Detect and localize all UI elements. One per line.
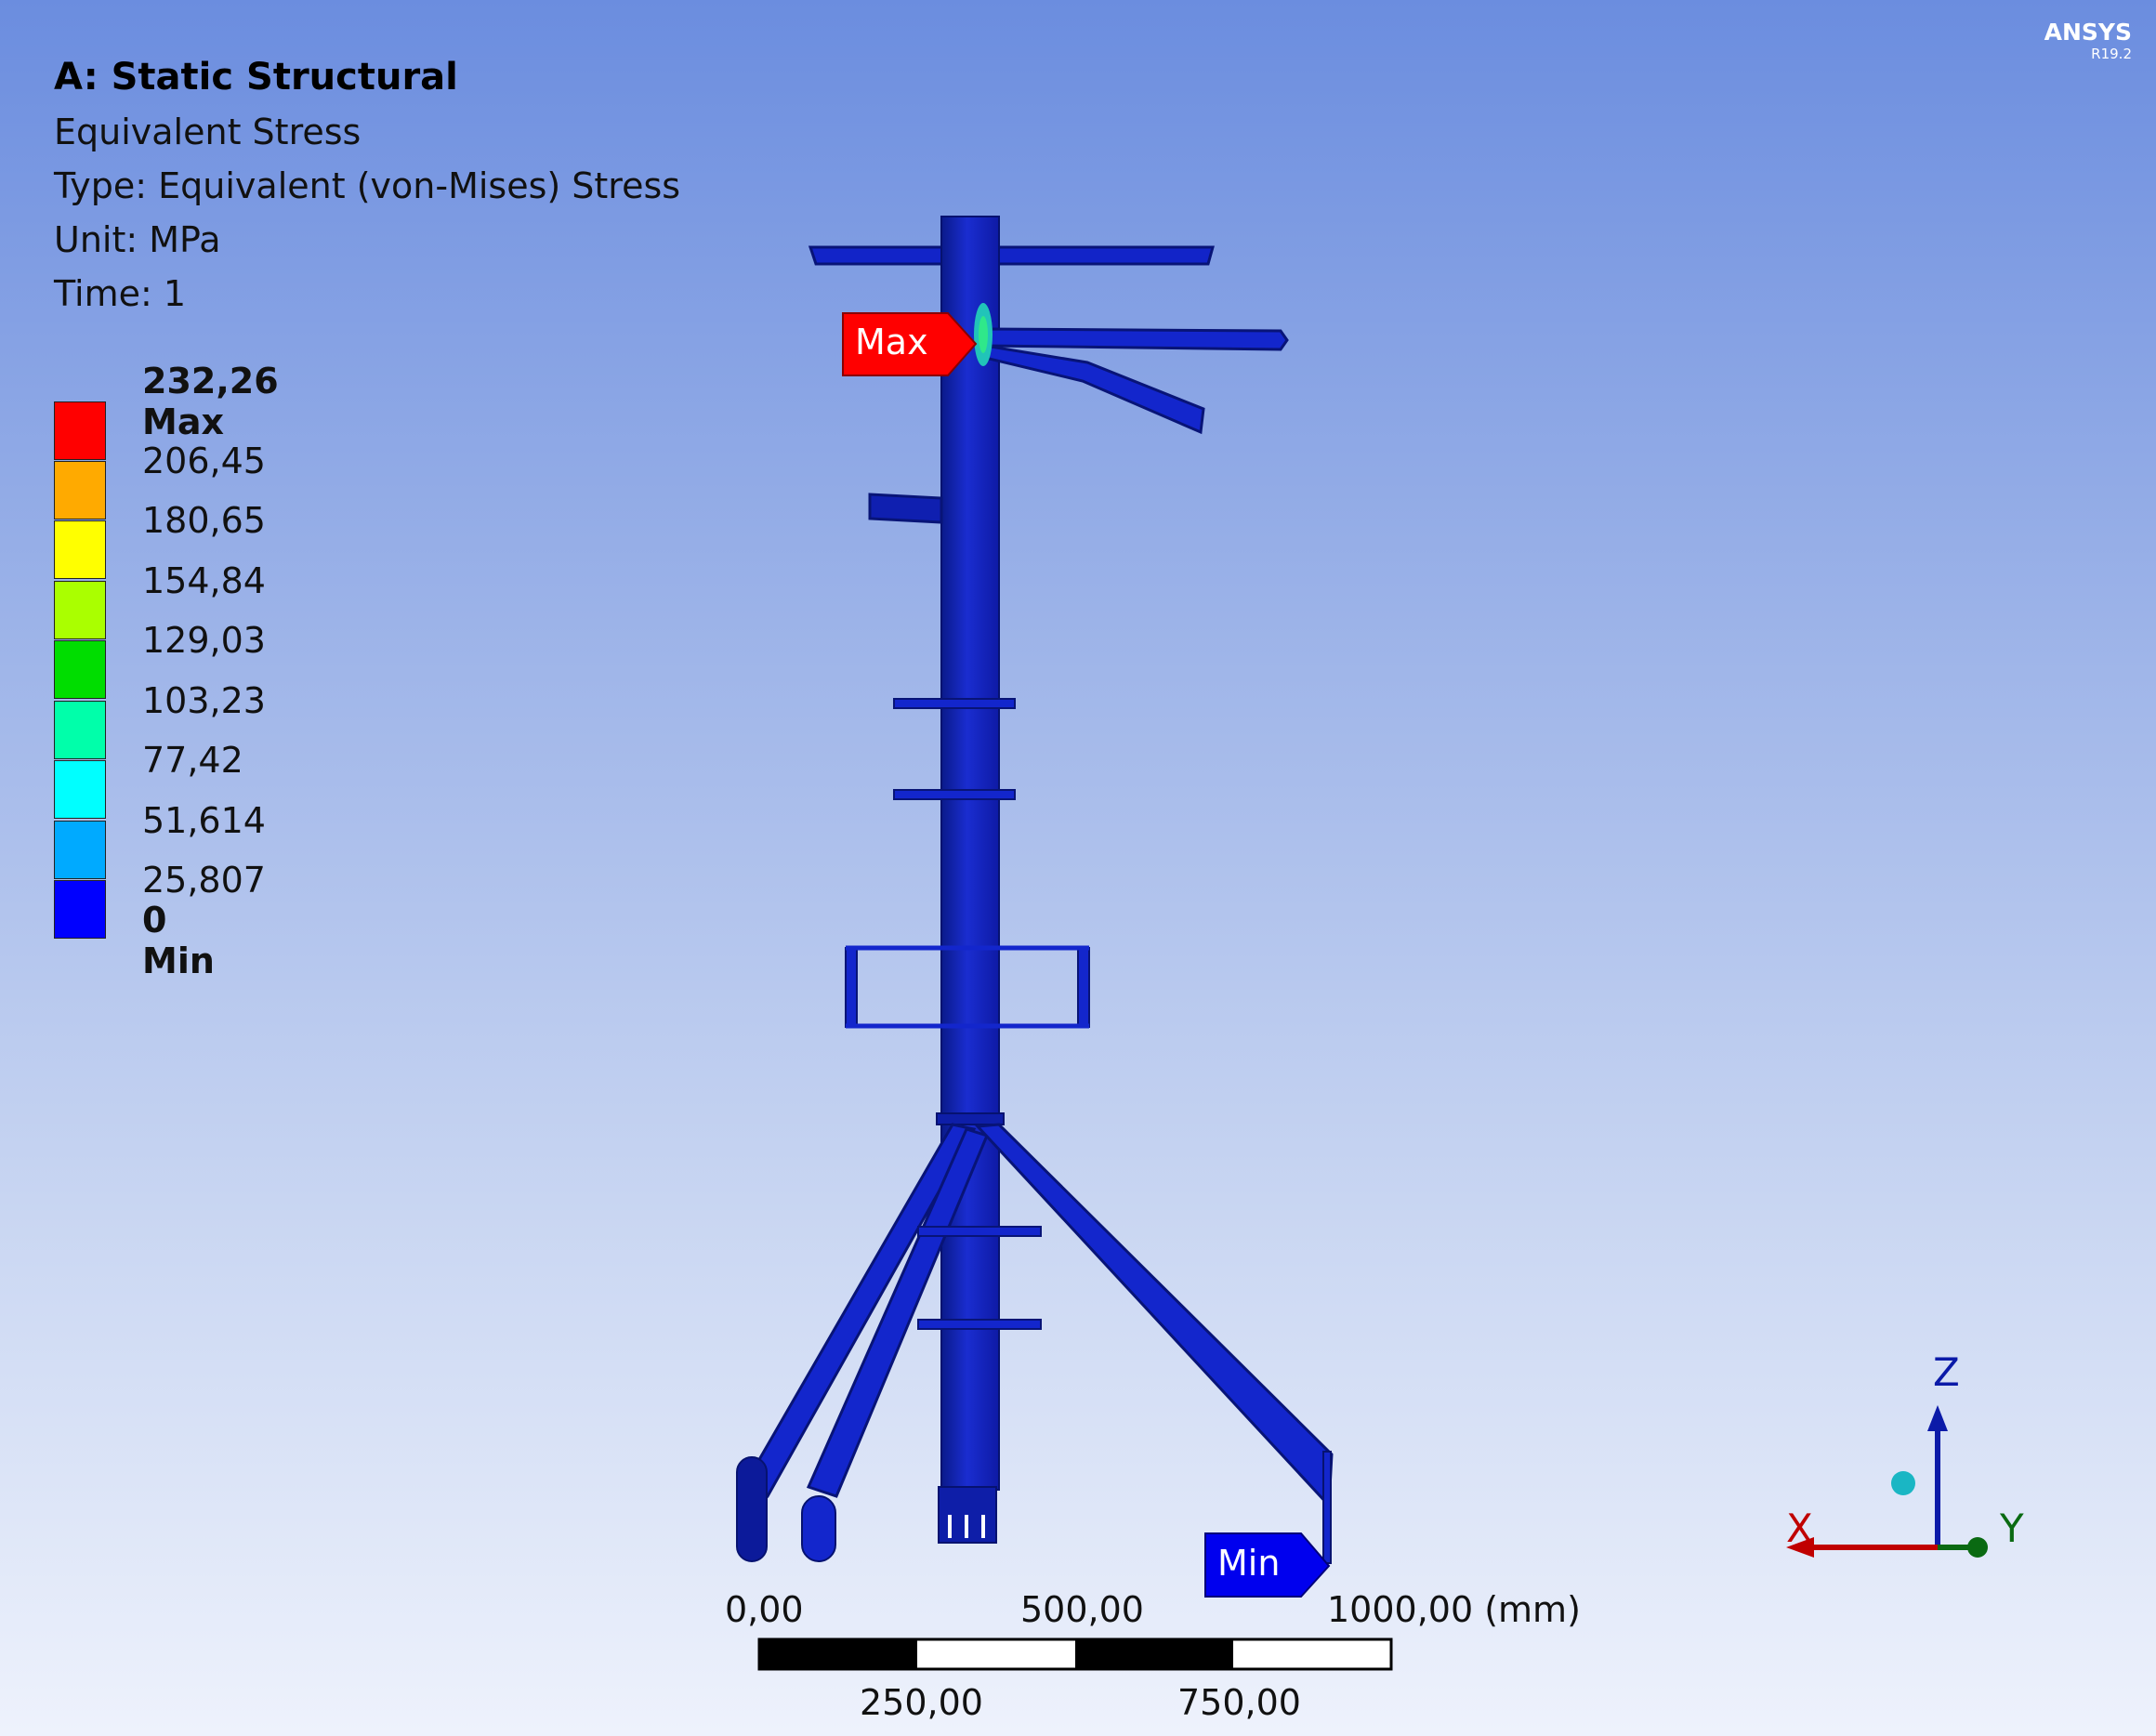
structure-model[interactable] xyxy=(736,216,1334,1564)
scale-label-250: 250,00 xyxy=(860,1682,983,1723)
leg-right xyxy=(974,1123,1334,1509)
lower-plate xyxy=(917,1226,1042,1237)
scale-ruler xyxy=(757,1637,1393,1671)
foot-left xyxy=(736,1456,768,1562)
side-plate xyxy=(893,698,1016,709)
top-cross-arm xyxy=(808,245,1215,266)
main-pole xyxy=(940,216,1000,1491)
max-probe-label: Max xyxy=(855,322,928,362)
axis-x-label: X xyxy=(1786,1506,1813,1551)
left-bracket xyxy=(868,493,943,524)
right-arm xyxy=(983,327,1289,351)
pole-collar xyxy=(936,1112,1005,1125)
foot-middle xyxy=(801,1495,836,1562)
foot-right xyxy=(1322,1451,1332,1564)
scale-label-500: 500,00 xyxy=(1020,1589,1144,1630)
scale-label-750: 750,00 xyxy=(1177,1682,1301,1723)
scale-label-0: 0,00 xyxy=(725,1589,804,1630)
inclined-brace xyxy=(983,344,1205,435)
axis-z-label: Z xyxy=(1933,1349,1960,1395)
side-plate xyxy=(893,789,1016,800)
scale-label-1000: 1000,00 (mm) xyxy=(1327,1589,1581,1630)
lower-plate xyxy=(917,1319,1042,1330)
min-probe-label: Min xyxy=(1217,1543,1281,1584)
axis-y-label: Y xyxy=(2000,1506,2024,1551)
